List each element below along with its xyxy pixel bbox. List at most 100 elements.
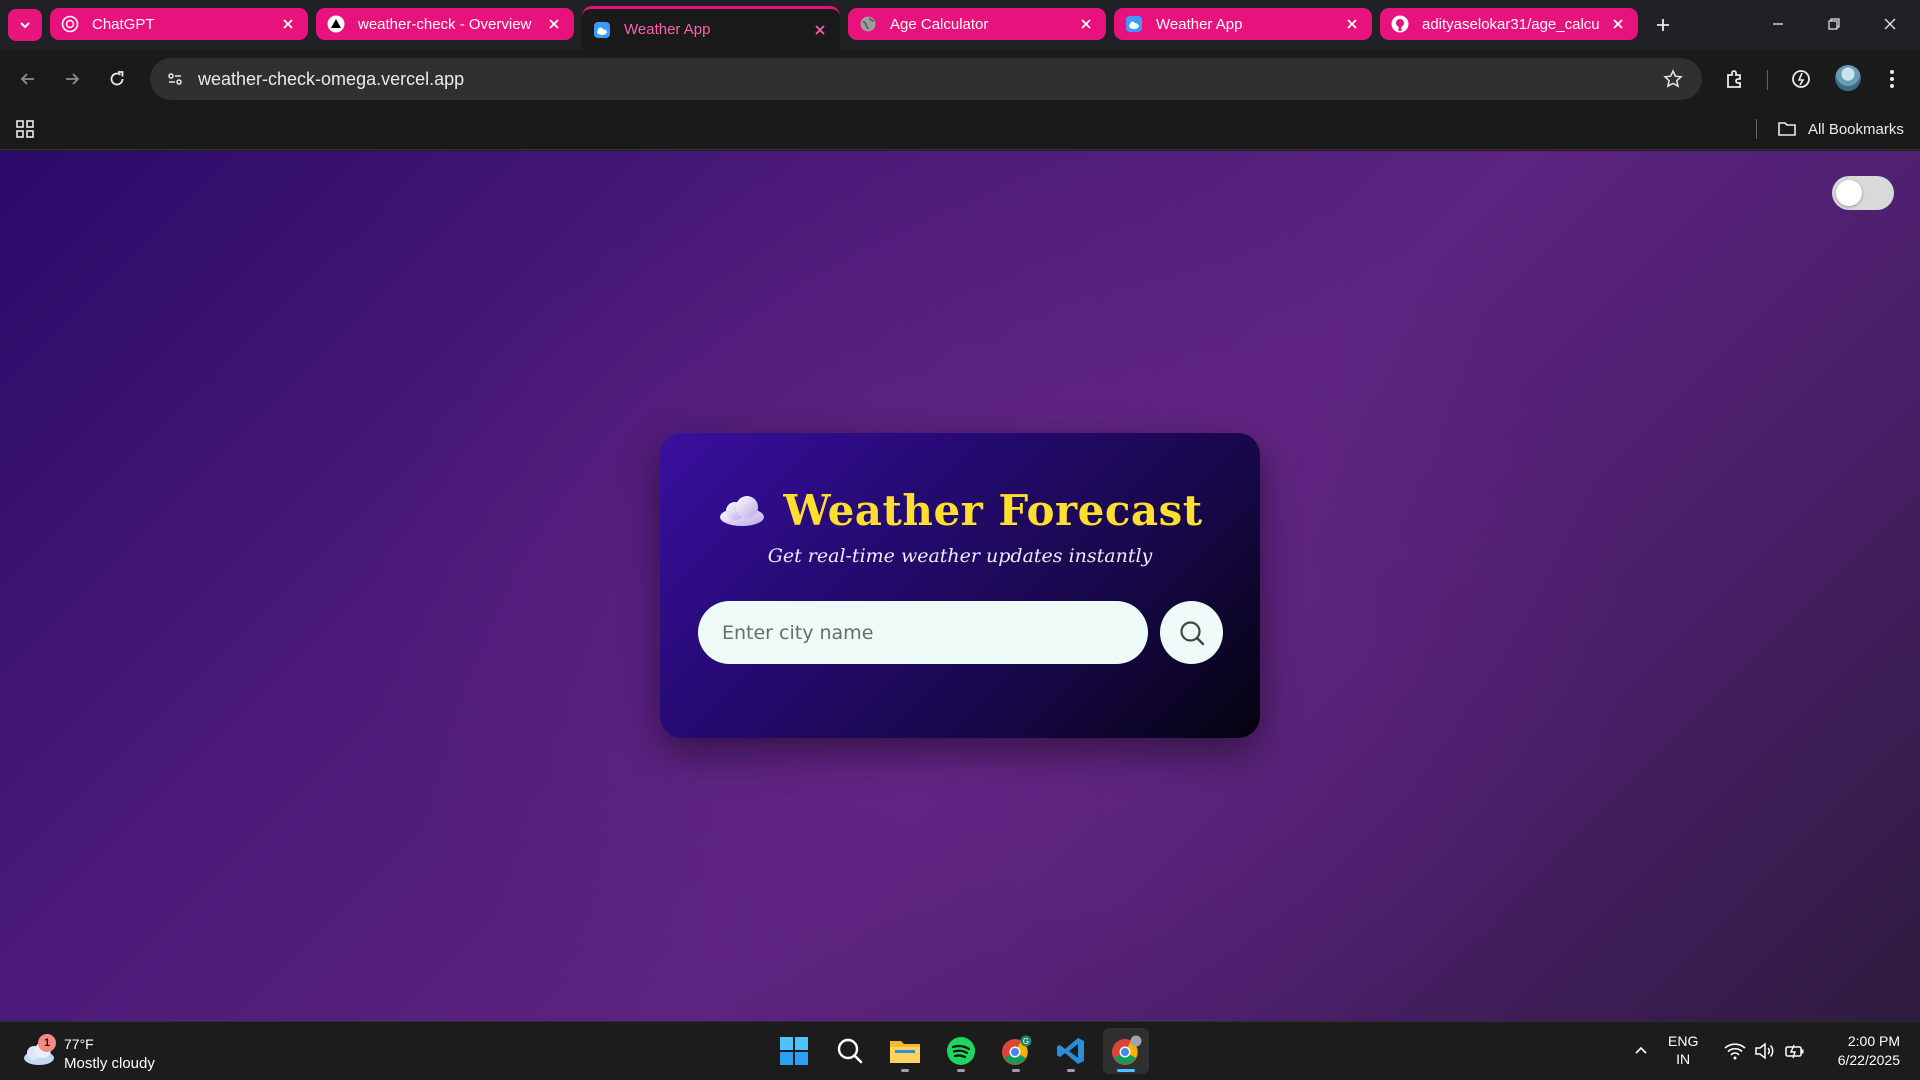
chrome-icon	[1112, 1035, 1142, 1065]
back-button[interactable]	[12, 63, 44, 95]
all-bookmarks-label: All Bookmarks	[1808, 120, 1904, 138]
weather-widget[interactable]: 1 77°F Mostly cloudy	[18, 1028, 188, 1074]
more-vertical-icon	[1890, 70, 1894, 88]
close-icon[interactable]	[1076, 14, 1096, 34]
tab-title: Weather App	[624, 21, 711, 38]
language-code: ENG	[1668, 1033, 1699, 1049]
running-indicator	[1067, 1069, 1075, 1072]
tab-title: Weather App	[1156, 15, 1243, 33]
forward-button[interactable]	[56, 63, 88, 95]
running-indicator	[1012, 1069, 1020, 1072]
close-icon[interactable]	[810, 20, 830, 40]
running-indicator	[901, 1069, 909, 1072]
wifi-icon	[1724, 1043, 1746, 1060]
card-header: Weather Forecast	[660, 483, 1260, 537]
page-title: Weather Forecast	[783, 485, 1203, 535]
battery-status[interactable]	[1782, 1036, 1808, 1066]
folder-icon	[890, 1041, 920, 1063]
show-hidden-icons-button[interactable]	[1628, 1036, 1654, 1066]
tab-title: weather-check - Overview	[358, 15, 532, 33]
tab-age-calculator[interactable]: Age Calculator	[848, 8, 1106, 40]
tab-weather-app-active[interactable]: Weather App	[582, 6, 840, 50]
profile-avatar[interactable]	[1835, 65, 1861, 91]
spotify-button[interactable]	[938, 1028, 984, 1074]
system-clock[interactable]: 2:00 PM 6/22/2025	[1820, 1032, 1900, 1070]
minimize-button[interactable]	[1758, 8, 1798, 40]
weather-app-icon	[1124, 14, 1144, 34]
minimize-icon	[1773, 23, 1783, 25]
vscode-button[interactable]	[1048, 1028, 1094, 1074]
bookmarks-divider	[1756, 119, 1757, 139]
performance-button[interactable]	[1785, 63, 1817, 95]
close-icon	[1884, 18, 1896, 30]
restore-icon	[1828, 18, 1840, 30]
puzzle-icon	[1727, 70, 1741, 88]
clock-date: 6/22/2025	[1837, 1052, 1900, 1068]
arrow-left-icon	[20, 73, 34, 85]
start-button[interactable]	[771, 1028, 817, 1074]
vscode-icon	[1057, 1038, 1084, 1064]
browser-toolbar: weather-check-omega.vercel.app	[0, 50, 1920, 108]
close-icon[interactable]	[1608, 14, 1628, 34]
arrow-right-icon	[66, 73, 80, 85]
tab-title: adityaselokar31/age_calcul	[1422, 15, 1600, 33]
theme-toggle[interactable]	[1832, 176, 1894, 210]
running-indicator	[957, 1069, 965, 1072]
tab-github[interactable]: adityaselokar31/age_calcul	[1380, 8, 1638, 40]
speaker-icon	[1755, 1042, 1774, 1060]
search-button[interactable]	[1160, 601, 1223, 664]
reload-button[interactable]	[101, 63, 133, 95]
page-subtitle: Get real-time weather updates instantly	[767, 545, 1153, 567]
speedometer-icon	[1792, 70, 1810, 88]
weather-temperature: 77°F	[64, 1036, 94, 1052]
weather-app-icon	[592, 20, 612, 40]
taskbar-search-button[interactable]	[827, 1028, 873, 1074]
chrome-profile-button[interactable]: G	[993, 1028, 1039, 1074]
wifi-status[interactable]	[1722, 1036, 1748, 1066]
running-indicator	[1117, 1069, 1135, 1072]
chevron-up-icon	[1635, 1046, 1647, 1054]
tab-chatgpt[interactable]: ChatGPT	[50, 8, 308, 40]
spotify-icon	[947, 1037, 975, 1065]
chatgpt-icon	[60, 14, 80, 34]
language-indicator[interactable]: ENG IN	[1668, 1032, 1698, 1068]
extensions-button[interactable]	[1719, 63, 1751, 95]
bookmarks-bar: All Bookmarks	[0, 108, 1920, 150]
tab-weather-check-overview[interactable]: weather-check - Overview	[316, 8, 574, 40]
new-tab-button[interactable]	[1648, 10, 1678, 40]
region-code: IN	[1676, 1051, 1691, 1067]
weather-condition: Mostly cloudy	[64, 1055, 155, 1072]
plus-icon	[1657, 19, 1669, 31]
close-window-button[interactable]	[1870, 8, 1910, 40]
battery-charging-icon	[1785, 1044, 1804, 1059]
tab-search-button[interactable]	[8, 9, 42, 41]
file-explorer-button[interactable]	[882, 1028, 928, 1074]
windows-logo-icon	[780, 1037, 808, 1065]
apps-button[interactable]	[12, 116, 38, 142]
weather-card: Weather Forecast Get real-time weather u…	[660, 433, 1260, 738]
windows-taskbar: 1 77°F Mostly cloudy G ENG IN 2:00 PM 6/…	[0, 1021, 1920, 1080]
clock-time: 2:00 PM	[1847, 1033, 1900, 1049]
grid-icon	[16, 120, 34, 138]
chrome-button[interactable]	[1103, 1028, 1149, 1074]
all-bookmarks-button[interactable]: All Bookmarks	[1776, 116, 1904, 142]
globe-icon	[858, 14, 878, 34]
cloud-icon	[720, 496, 765, 526]
menu-button[interactable]	[1876, 63, 1908, 95]
tab-title: ChatGPT	[92, 15, 155, 33]
close-icon[interactable]	[544, 14, 564, 34]
url-text[interactable]: weather-check-omega.vercel.app	[198, 69, 1658, 90]
folder-icon	[1776, 118, 1798, 140]
close-icon[interactable]	[1342, 14, 1362, 34]
toolbar-divider	[1767, 70, 1768, 90]
tab-weather-app[interactable]: Weather App	[1114, 8, 1372, 40]
close-icon[interactable]	[278, 14, 298, 34]
site-info-icon[interactable]	[162, 66, 188, 92]
city-search-input[interactable]	[698, 601, 1148, 664]
address-bar[interactable]: weather-check-omega.vercel.app	[150, 58, 1702, 100]
restore-button[interactable]	[1814, 8, 1854, 40]
volume-status[interactable]	[1752, 1036, 1778, 1066]
svg-text:G: G	[1023, 1037, 1029, 1046]
chrome-icon: G	[1002, 1035, 1032, 1065]
bookmark-star-icon[interactable]	[1658, 64, 1688, 94]
